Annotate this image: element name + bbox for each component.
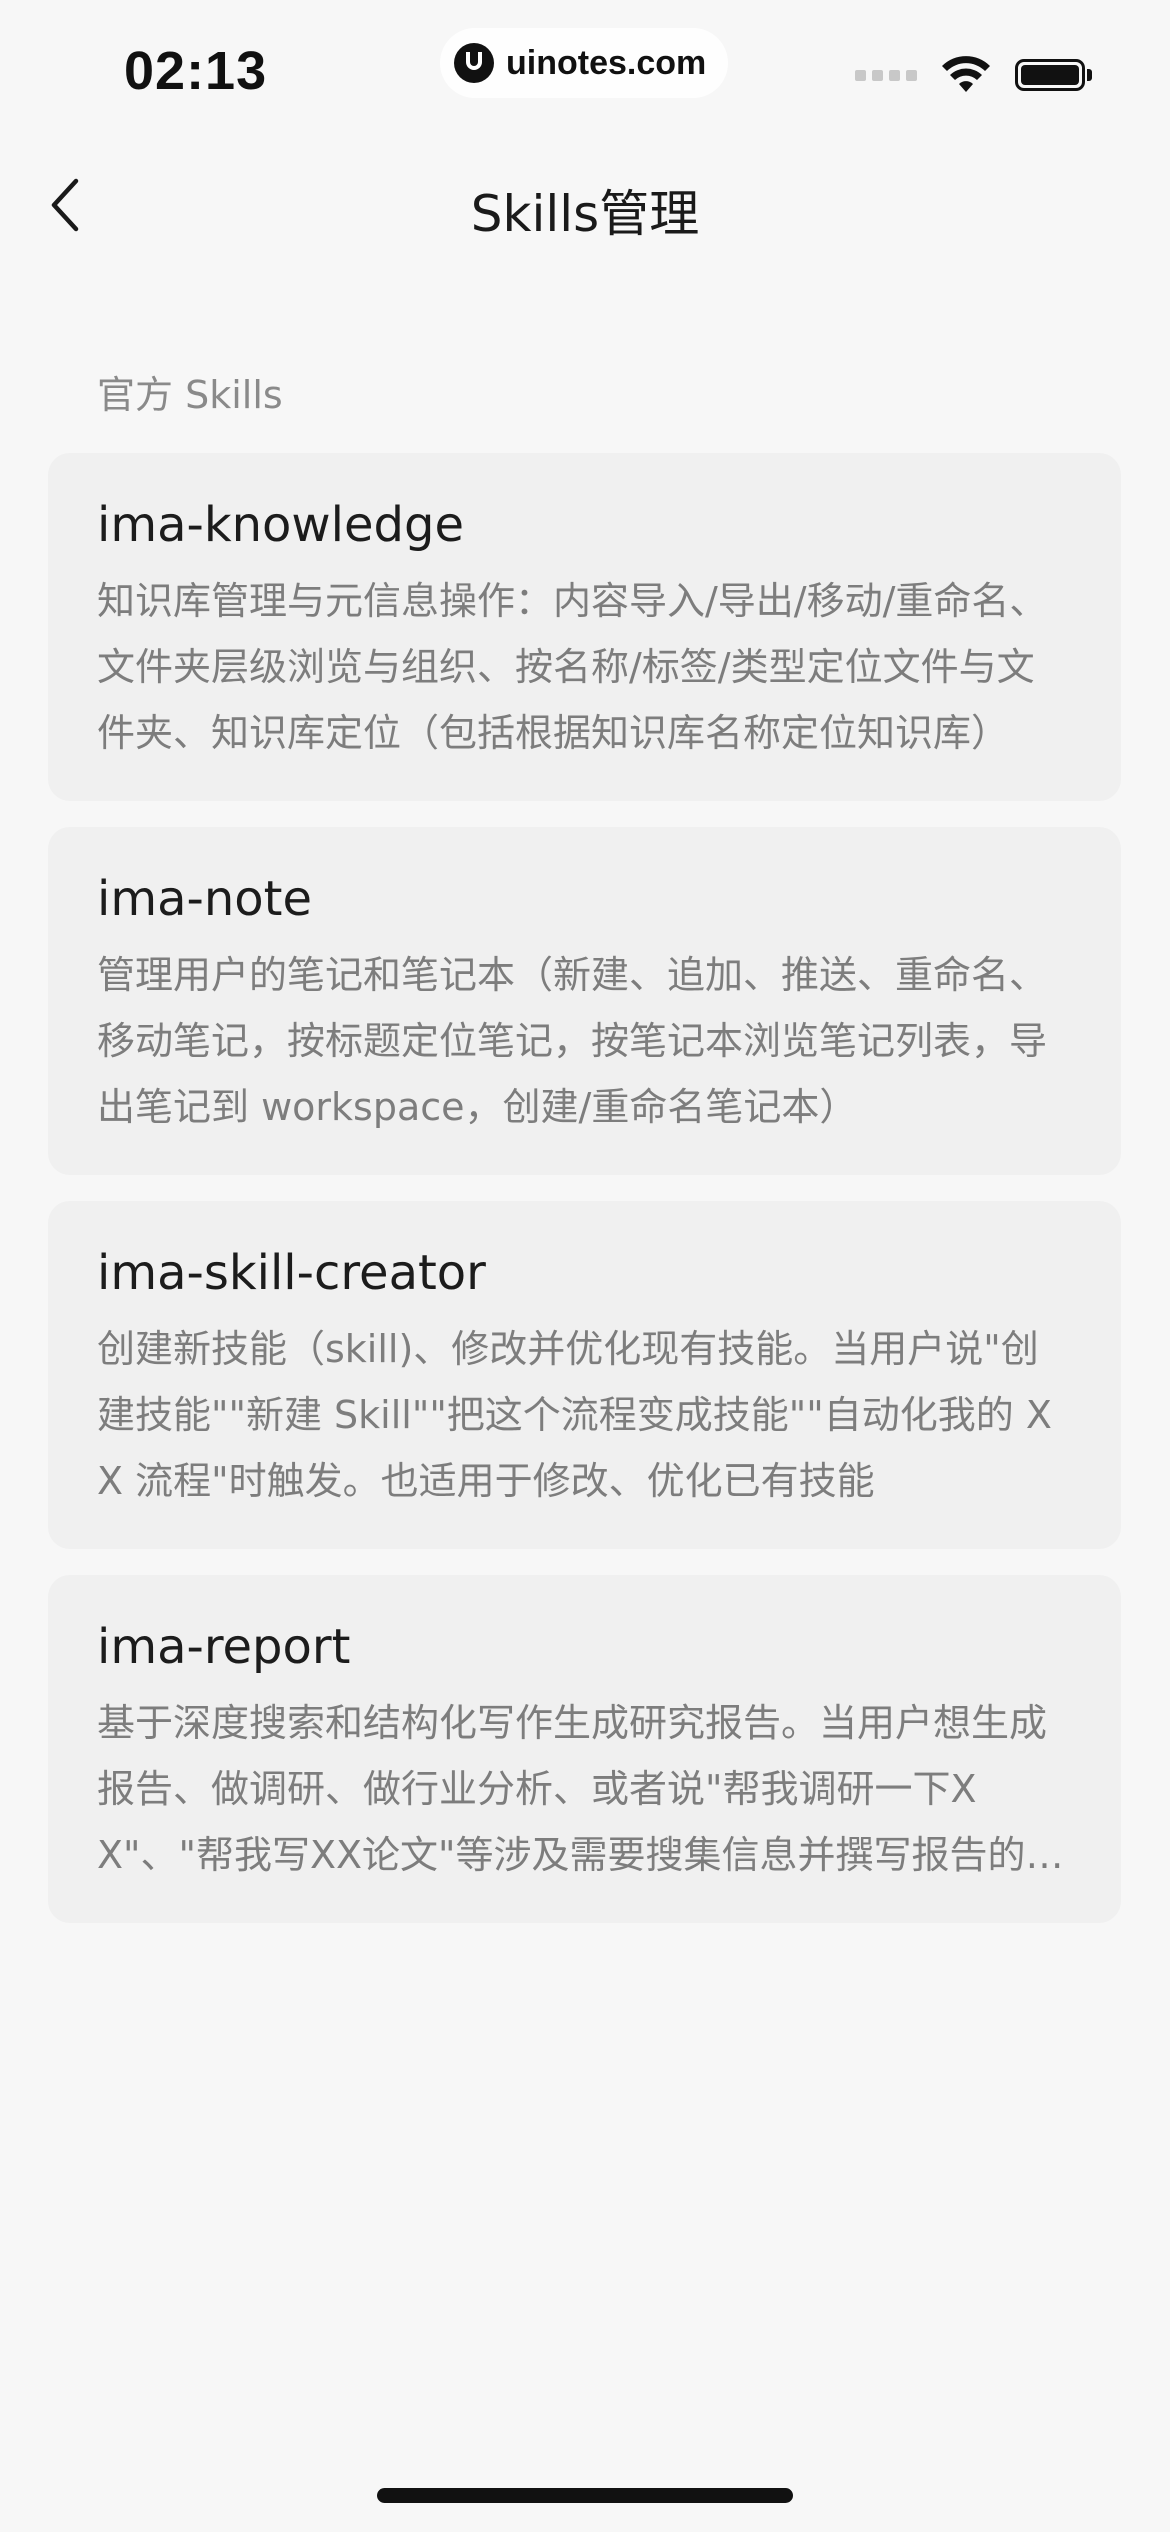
watermark-badge: uinotes.com: [440, 28, 729, 98]
skill-name: ima-report: [97, 1619, 351, 1675]
skill-description: 管理用户的笔记和笔记本（新建、追加、推送、重命名、移动笔记，按标题定位笔记，按笔…: [97, 952, 1048, 1129]
status-time: 02:13: [124, 41, 268, 101]
skill-name: ima-skill-creator: [97, 1245, 486, 1301]
navigation-bar: Skills管理: [0, 140, 1170, 270]
skill-name: ima-knowledge: [97, 497, 465, 553]
skill-description: 知识库管理与元信息操作：内容导入/导出/移动/重命名、文件夹层级浏览与组织、按名…: [97, 578, 1048, 755]
skill-card-ima-note[interactable]: ima-note 管理用户的笔记和笔记本（新建、追加、推送、重命名、移动笔记，按…: [48, 827, 1121, 1175]
battery-icon: [1015, 59, 1092, 91]
status-bar: 02:13 uinotes.com: [0, 0, 1170, 140]
skill-card-ima-report[interactable]: ima-report 基于深度搜索和结构化写作生成研究报告。当用户想生成报告、做…: [48, 1575, 1121, 1923]
home-indicator[interactable]: [377, 2488, 793, 2503]
skill-description: 基于深度搜索和结构化写作生成研究报告。当用户想生成报告、做调研、做行业分析、或者…: [97, 1700, 1064, 1877]
screen: 02:13 uinotes.com Skills管理 官方 Skills ima…: [0, 0, 1170, 2532]
skill-list: ima-knowledge 知识库管理与元信息操作：内容导入/导出/移动/重命名…: [48, 453, 1121, 1949]
skill-name: ima-note: [97, 871, 312, 927]
wifi-icon: [941, 56, 991, 94]
watermark-text: uinotes.com: [506, 43, 707, 82]
cellular-signal-icon: [855, 69, 917, 81]
page-title: Skills管理: [470, 185, 700, 243]
skill-description: 创建新技能（skill)、修改并优化现有技能。当用户说"创建技能""新建 Ski…: [97, 1326, 1052, 1503]
section-header-official-skills: 官方 Skills: [97, 373, 283, 417]
watermark-logo-icon: [454, 43, 494, 83]
skill-card-ima-skill-creator[interactable]: ima-skill-creator 创建新技能（skill)、修改并优化现有技能…: [48, 1201, 1121, 1549]
skill-card-ima-knowledge[interactable]: ima-knowledge 知识库管理与元信息操作：内容导入/导出/移动/重命名…: [48, 453, 1121, 801]
status-indicators: [855, 56, 1092, 94]
